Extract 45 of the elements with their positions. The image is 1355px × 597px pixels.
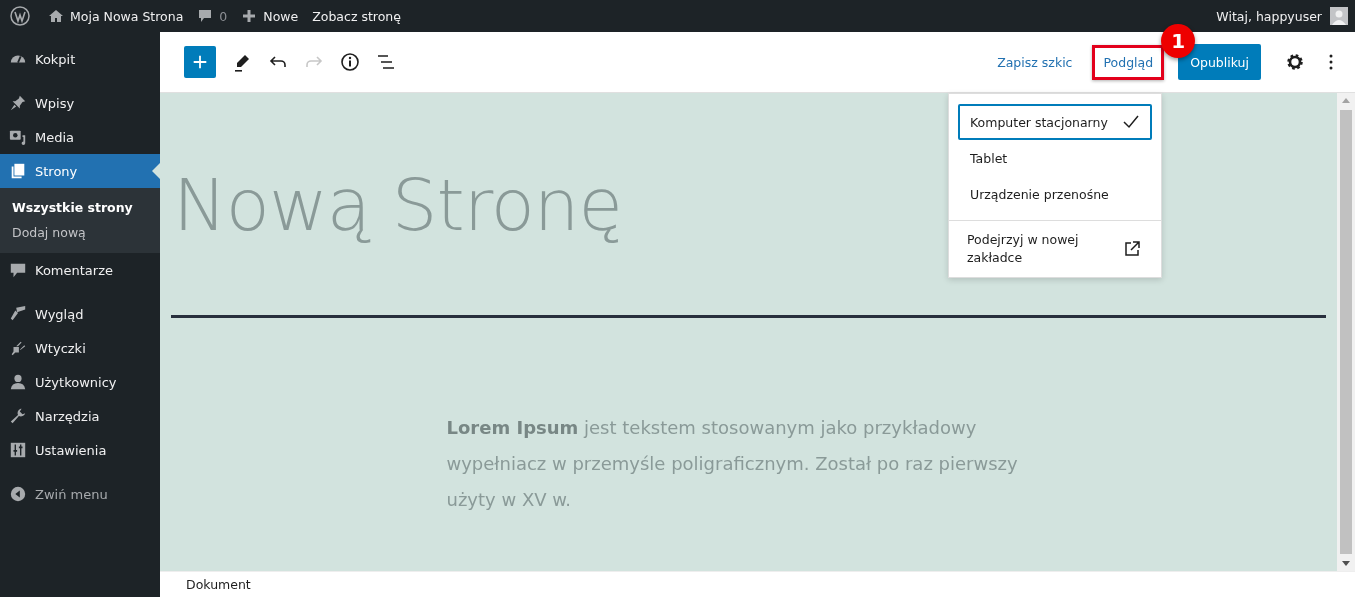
checkmark-icon: [1122, 113, 1140, 131]
sidebar-item[interactable]: Narzędzia: [0, 399, 160, 433]
sidebar-item[interactable]: Wtyczki: [0, 331, 160, 365]
speech-bubble-icon: [9, 261, 27, 279]
site-name-link[interactable]: Moja Nowa Strona: [70, 8, 184, 24]
pushpin-icon: [9, 94, 27, 112]
add-block-button[interactable]: [184, 46, 216, 78]
sidebar-item[interactable]: Wpisy: [0, 86, 160, 120]
sidebar-item[interactable]: Ustawienia: [0, 433, 160, 467]
info-icon[interactable]: [338, 50, 362, 74]
scrollbar[interactable]: [1337, 93, 1355, 571]
sidebar-item[interactable]: Wygląd: [0, 297, 160, 331]
greeting-link[interactable]: Witaj, happyuser: [1216, 8, 1322, 24]
wrench-icon: [9, 407, 27, 425]
sidebar-item[interactable]: Komentarze: [0, 253, 160, 287]
submenu-item[interactable]: Wszystkie strony: [0, 195, 160, 220]
left-arrow-circle-icon: [9, 485, 27, 503]
sidebar-item[interactable]: Strony: [0, 154, 160, 188]
collapse-menu-button[interactable]: Zwiń menu: [0, 477, 160, 511]
preview-button[interactable]: Podgląd: [1092, 44, 1165, 80]
sidebar-item[interactable]: Użytkownicy: [0, 365, 160, 399]
open-in-new-tab-option[interactable]: Podejrzyj w nowej zakładce: [949, 221, 1161, 277]
comments-count[interactable]: 0: [219, 8, 228, 24]
wordpress-logo-icon[interactable]: [10, 6, 30, 26]
plus-icon: [191, 53, 209, 71]
plus-icon: [241, 8, 258, 24]
home-icon: [48, 8, 64, 24]
breadcrumb[interactable]: Dokument: [186, 577, 251, 592]
camera-music-icon: [9, 128, 27, 146]
view-site-link[interactable]: Zobacz stronę: [312, 8, 401, 24]
save-draft-button[interactable]: Zapisz szkic: [991, 46, 1079, 78]
submenu-item[interactable]: Dodaj nową: [0, 220, 160, 245]
paintbrush-icon: [9, 305, 27, 323]
external-link-icon: [1123, 240, 1141, 258]
pages-icon: [9, 162, 27, 180]
sidebar-item[interactable]: Media: [0, 120, 160, 154]
comment-icon: [197, 8, 214, 24]
plug-icon: [9, 339, 27, 357]
new-link[interactable]: Nowe: [263, 8, 299, 24]
sidebar-item[interactable]: Kokpit: [0, 42, 160, 76]
person-icon: [9, 373, 27, 391]
device-option[interactable]: Komputer stacjonarny: [958, 104, 1152, 140]
device-option[interactable]: Tablet: [958, 140, 1152, 176]
sliders-icon: [9, 441, 27, 459]
device-option[interactable]: Urządzenie przenośne: [958, 176, 1152, 212]
